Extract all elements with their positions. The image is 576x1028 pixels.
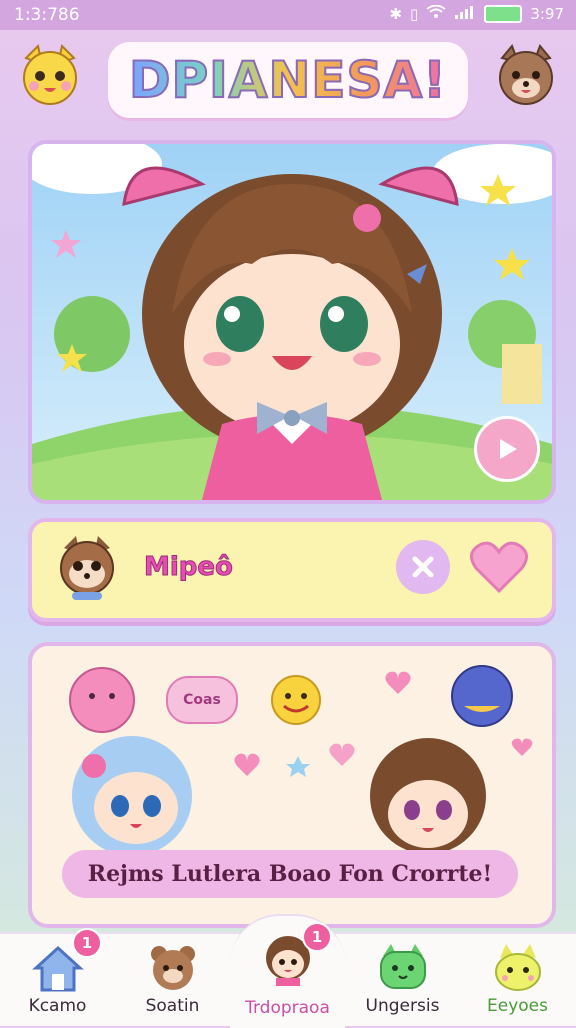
promo-banner[interactable]: Rejms Lutlera Boao Fon Crorrte! — [62, 850, 518, 898]
nav-item-social[interactable]: Soatin — [115, 934, 230, 1026]
speech-bubble-text: Coas — [183, 692, 221, 708]
wifi-icon — [426, 4, 446, 23]
characters-panel: Coas Rejms Lutlera Boao Fon Crorrte! — [28, 642, 556, 928]
yellow-cat-mascot-icon — [16, 42, 84, 110]
like-button[interactable] — [468, 536, 530, 598]
nav-badge: 1 — [302, 922, 332, 952]
nav-item-messages[interactable]: Ungersis — [345, 934, 460, 1026]
bluetooth-icon: ✱ — [389, 5, 403, 23]
brown-bear-mascot-icon — [492, 42, 560, 110]
status-time: 1:3:786 — [14, 5, 80, 25]
nav-badge: 1 — [72, 928, 102, 958]
nav-item-events[interactable]: Eeyoes — [460, 934, 575, 1026]
heart-icon — [470, 541, 528, 594]
close-icon — [412, 556, 434, 578]
match-name: Mipeô — [144, 552, 234, 583]
green-cat-icon — [377, 942, 429, 994]
nav-label: Eeyoes — [487, 996, 548, 1016]
raccoon-avatar-icon — [54, 534, 120, 600]
logo-text: DPIANESA! — [128, 50, 447, 110]
promo-banner-text: Rejms Lutlera Boao Fon Crorrte! — [87, 861, 493, 887]
play-icon — [500, 439, 517, 459]
vibrate-icon: ▯ — [410, 5, 419, 23]
nav-label: Soatin — [145, 996, 200, 1016]
nav-label: Ungersis — [365, 996, 440, 1016]
speech-bubble: Coas — [166, 676, 238, 724]
nav-label: Trdopraoa — [245, 998, 330, 1018]
yellow-cat-icon — [492, 942, 544, 994]
play-button[interactable] — [474, 416, 540, 482]
status-bar: 1:3:786 ✱ ▯ 3:97 — [0, 0, 576, 30]
bottom-navigation: 1 Kcamo Soatin 1 Trdopraoa Ungersis Eeyo… — [0, 914, 576, 1028]
app-header: DPIANESA! — [0, 32, 576, 128]
app-logo: DPIANESA! — [108, 42, 468, 118]
battery-text: 3:97 — [530, 5, 564, 23]
signal-icon — [454, 5, 476, 23]
character-scene[interactable] — [28, 140, 556, 504]
battery-icon — [484, 5, 523, 23]
nav-item-home[interactable]: 1 Kcamo — [0, 928, 115, 1026]
nav-label: Kcamo — [28, 996, 87, 1016]
dismiss-button[interactable] — [396, 540, 450, 594]
match-card: Mipeô — [28, 518, 556, 622]
nav-item-profile[interactable]: 1 Trdopraoa — [230, 914, 345, 1028]
bear-icon — [147, 942, 199, 994]
